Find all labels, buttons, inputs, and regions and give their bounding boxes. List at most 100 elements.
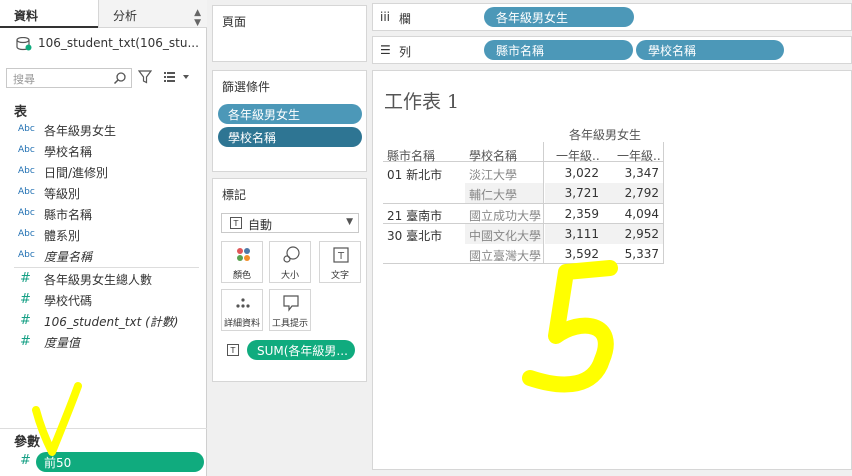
tab-analysis[interactable]: 分析 ▲ ▼ bbox=[98, 0, 207, 28]
city-cell[interactable]: 01 新北市 bbox=[387, 166, 442, 183]
marks-card: 標記 T 自動 ▼ 顏色 大小 T 文字 詳細資料 工具提示 T SUM(各年級… bbox=[212, 178, 367, 382]
column-pill[interactable]: 各年級男女生 bbox=[484, 7, 634, 27]
city-cell[interactable]: 21 臺南市 bbox=[387, 207, 442, 224]
detail-label: 詳細資料 bbox=[223, 319, 260, 329]
mark-type-dropdown[interactable]: T 自動 ▼ bbox=[221, 213, 359, 233]
measure-pill[interactable]: SUM(各年級男... bbox=[247, 340, 355, 360]
size-label: 大小 bbox=[280, 271, 299, 281]
tooltip-button[interactable]: 工具提示 bbox=[269, 289, 311, 331]
size-icon bbox=[283, 246, 300, 263]
gridline bbox=[663, 142, 664, 264]
field-item[interactable]: Abc 各年級男女生 bbox=[14, 121, 204, 141]
school-cell[interactable]: 輔仁大學 bbox=[469, 186, 517, 203]
text-mark-icon: T bbox=[227, 344, 239, 356]
data-pane: 資料 分析 ▲ ▼ 106_student_txt(106_stu... 搜尋 表… bbox=[0, 0, 207, 476]
color-label: 顏色 bbox=[232, 271, 251, 281]
datasource-icon bbox=[16, 37, 32, 51]
parameter-pill[interactable]: 前50 bbox=[36, 452, 204, 472]
number-type-icon: # bbox=[20, 313, 31, 328]
field-name: 106_student_txt (計數) bbox=[44, 315, 179, 329]
text-button[interactable]: T 文字 bbox=[319, 241, 361, 283]
view-options-icon[interactable] bbox=[163, 70, 191, 84]
city-cell[interactable]: 30 臺北市 bbox=[387, 227, 442, 244]
measure-item[interactable]: # 各年級男女生總人數 bbox=[14, 270, 204, 290]
row-pill[interactable]: 學校名稱 bbox=[636, 40, 784, 60]
text-icon: T bbox=[333, 247, 349, 263]
value-cell[interactable]: 5,337 bbox=[609, 247, 659, 261]
value-cell[interactable]: 3,022 bbox=[551, 166, 599, 180]
measure-item[interactable]: # 106_student_txt (計數) bbox=[14, 312, 204, 332]
chevron-down-icon: ▼ bbox=[346, 217, 353, 227]
tables-section-title: 表 bbox=[14, 105, 28, 120]
school-cell[interactable]: 淡江大學 bbox=[469, 166, 517, 183]
measure-item[interactable]: # 度量值 bbox=[14, 333, 204, 353]
field-name: 各年級男女生總人數 bbox=[44, 273, 153, 287]
datasource-name: 106_student_txt(106_stu... bbox=[38, 36, 199, 50]
column-header[interactable]: 一年級.. bbox=[617, 147, 661, 164]
svg-text:T: T bbox=[337, 251, 345, 262]
value-cell[interactable]: 3,592 bbox=[551, 247, 599, 261]
rows-shelf[interactable]: ☰ 列 縣市名稱 學校名稱 bbox=[372, 36, 852, 64]
value-cell[interactable]: 2,359 bbox=[551, 207, 599, 221]
row-pill[interactable]: 縣市名稱 bbox=[484, 40, 633, 60]
columns-icon: iii bbox=[380, 10, 391, 24]
parameters-section-title: 參數 bbox=[14, 435, 41, 450]
string-type-icon: Abc bbox=[18, 166, 35, 176]
field-item[interactable]: Abc 度量名稱 bbox=[14, 247, 204, 267]
tab-data[interactable]: 資料 bbox=[0, 0, 98, 28]
value-cell[interactable]: 2,952 bbox=[609, 227, 659, 241]
color-button[interactable]: 顏色 bbox=[221, 241, 263, 283]
filter-pill[interactable]: 學校名稱 bbox=[218, 127, 362, 147]
sort-arrows-icon[interactable]: ▲ ▼ bbox=[194, 8, 201, 28]
detail-button[interactable]: 詳細資料 bbox=[221, 289, 263, 331]
string-type-icon: Abc bbox=[18, 229, 35, 239]
filters-card-title: 篩選條件 bbox=[222, 80, 271, 94]
field-name: 學校名稱 bbox=[44, 145, 93, 159]
worksheet-view[interactable]: 工作表 1 各年級男女生 縣市名稱 學校名稱 一年級.. 一年級.. 01 新北… bbox=[372, 70, 852, 470]
filter-pill[interactable]: 各年級男女生 bbox=[218, 104, 362, 124]
number-type-icon: # bbox=[20, 334, 31, 349]
field-name: 體系別 bbox=[44, 229, 81, 243]
sheet-title: 工作表 1 bbox=[384, 91, 460, 113]
school-cell[interactable]: 國立成功大學 bbox=[469, 207, 541, 224]
field-name: 度量值 bbox=[44, 336, 81, 350]
column-header[interactable]: 一年級.. bbox=[556, 147, 600, 164]
value-cell[interactable]: 4,094 bbox=[609, 207, 659, 221]
columns-shelf[interactable]: iii 欄 各年級男女生 bbox=[372, 3, 852, 31]
gridline bbox=[543, 142, 544, 264]
field-name: 日間/進修別 bbox=[44, 166, 109, 180]
filter-icon[interactable] bbox=[138, 70, 152, 84]
value-cell[interactable]: 3,721 bbox=[551, 186, 599, 200]
field-item[interactable]: Abc 學校名稱 bbox=[14, 142, 204, 162]
value-cell[interactable]: 3,347 bbox=[609, 166, 659, 180]
rows-shelf-label: 列 bbox=[399, 45, 412, 59]
column-header[interactable]: 縣市名稱 bbox=[387, 147, 435, 164]
value-cell[interactable]: 3,111 bbox=[551, 227, 599, 241]
field-item[interactable]: Abc 體系別 bbox=[14, 226, 204, 246]
search-input[interactable]: 搜尋 bbox=[6, 68, 132, 88]
tooltip-icon bbox=[283, 295, 299, 312]
detail-icon bbox=[236, 298, 250, 308]
datasource[interactable]: 106_student_txt(106_stu... bbox=[16, 34, 204, 56]
divider bbox=[14, 267, 199, 268]
string-type-icon: Abc bbox=[18, 187, 35, 197]
field-item[interactable]: Abc 等級別 bbox=[14, 184, 204, 204]
gridline bbox=[383, 203, 663, 204]
size-button[interactable]: 大小 bbox=[269, 241, 311, 283]
field-item[interactable]: Abc 日間/進修別 bbox=[14, 163, 204, 183]
measure-item[interactable]: # 學校代碼 bbox=[14, 291, 204, 311]
search-placeholder: 搜尋 bbox=[13, 73, 35, 86]
column-header[interactable]: 學校名稱 bbox=[469, 147, 517, 164]
string-type-icon: Abc bbox=[18, 124, 35, 134]
field-item[interactable]: Abc 縣市名稱 bbox=[14, 205, 204, 225]
number-type-icon: # bbox=[20, 292, 31, 307]
school-cell[interactable]: 中國文化大學 bbox=[469, 227, 541, 244]
divider bbox=[0, 428, 207, 429]
string-type-icon: Abc bbox=[18, 250, 35, 260]
pages-card[interactable]: 頁面 bbox=[212, 5, 367, 62]
search-icon[interactable] bbox=[113, 71, 127, 85]
value-cell[interactable]: 2,792 bbox=[609, 186, 659, 200]
columns-shelf-label: 欄 bbox=[399, 12, 412, 26]
filters-card[interactable]: 篩選條件 各年級男女生 學校名稱 bbox=[212, 70, 367, 172]
school-cell[interactable]: 國立臺灣大學 bbox=[469, 247, 541, 264]
